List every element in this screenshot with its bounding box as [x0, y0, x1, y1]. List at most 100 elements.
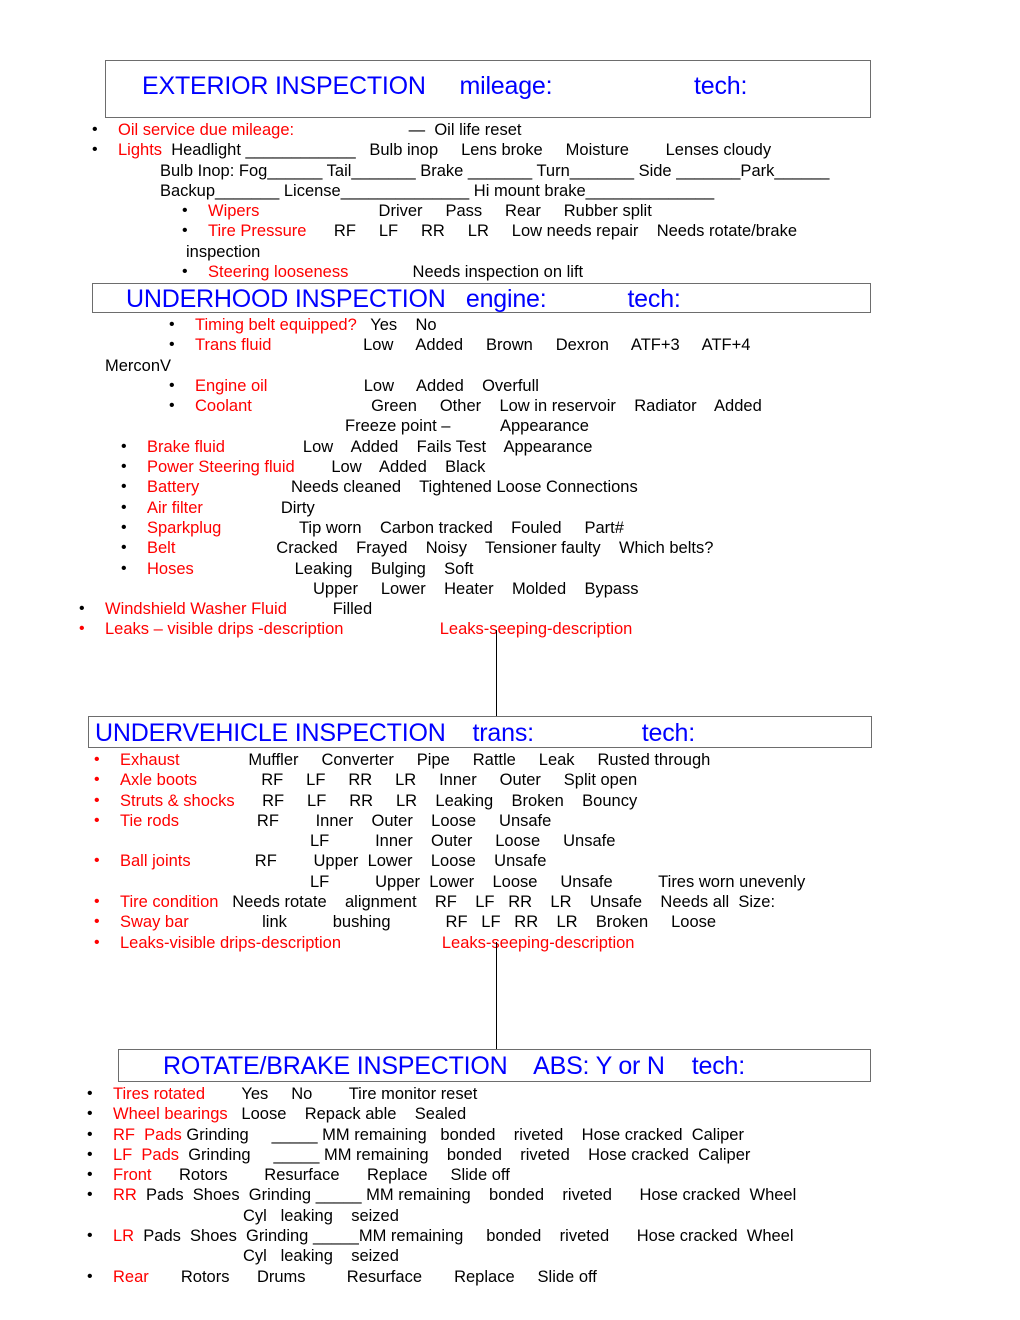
checklist-item-options: RF Upper Lower Loose Unsafe	[190, 852, 547, 871]
checklist-row[interactable]: • Leaks – visible drips -description Leak…	[79, 619, 762, 639]
checklist-row[interactable]: Freeze point – Appearance	[105, 416, 762, 436]
checklist-row[interactable]: • Rear Rotors Drums Resurface Replace Sli…	[87, 1267, 796, 1287]
checklist-item-options: Yes No Tire monitor reset	[205, 1085, 478, 1103]
checklist-item-options: Needs inspection on lift	[348, 263, 584, 282]
section-body-undervehicle: • Exhaust Muffler Converter Pipe Rattle L…	[94, 750, 805, 953]
checklist-row[interactable]: Cyl leaking seized	[113, 1206, 796, 1226]
bullet-icon: •	[182, 263, 188, 281]
checklist-row[interactable]: LF Inner Outer Loose Unsafe	[120, 831, 805, 851]
checklist-item-label-secondary: Leaks-seeping-description	[439, 620, 633, 639]
checklist-row[interactable]: LF Upper Lower Loose Unsafe Tires worn u…	[120, 872, 805, 892]
checklist-row[interactable]: inspection	[118, 242, 829, 262]
bullet-icon: •	[79, 600, 85, 618]
section-title-exterior: EXTERIOR INSPECTION mileage: tech:	[142, 72, 748, 100]
checklist-row[interactable]: • LR Pads Shoes Grinding _____MM remainin…	[87, 1226, 796, 1246]
bullet-icon: •	[121, 539, 127, 557]
section-body-underhood: • Timing belt equipped? Yes No • Trans flui…	[79, 315, 762, 640]
checklist-row[interactable]: Backup_______ License______________ Hi m…	[118, 181, 829, 201]
checklist-row[interactable]: • Trans fluid Low Added Brown Dexron ATF+…	[105, 335, 762, 355]
bullet-icon: •	[92, 121, 98, 138]
checklist-item-options: Rotors Resurface Replace Slide off	[151, 1166, 510, 1185]
checklist-item-label: Tire Pressure	[208, 222, 307, 241]
checklist-item-label: Air filter	[147, 498, 203, 517]
checklist-row[interactable]: • Steering looseness Needs inspection on …	[118, 262, 829, 282]
checklist-row[interactable]: • Timing belt equipped? Yes No	[105, 315, 762, 335]
checklist-item-label: Windshield Washer Fluid	[105, 600, 287, 619]
checklist-row[interactable]: • Leaks-visible drips-description Leaks-s…	[94, 933, 805, 953]
checklist-item-label: LF Pads	[113, 1145, 180, 1164]
checklist-row[interactable]: • Air filter Dirty	[105, 498, 762, 518]
checklist-row[interactable]: • Battery Needs cleaned Tightened Loose C…	[105, 477, 762, 497]
checklist-row[interactable]: • Axle boots RF LF RR LR Inner Outer Spli…	[94, 770, 805, 790]
bullet-icon: •	[94, 893, 100, 911]
checklist-item-label: Steering looseness	[208, 263, 349, 282]
checklist-item-options: Loose Repack able Sealed	[227, 1105, 467, 1124]
checklist-row[interactable]: Upper Lower Heater Molded Bypass	[105, 579, 762, 599]
checklist-row[interactable]: • Hoses Leaking Bulging Soft	[105, 559, 762, 579]
bullet-icon: •	[94, 913, 100, 931]
inspection-form-page: EXTERIOR INSPECTION mileage: tech: • Oil …	[0, 0, 1020, 1320]
checklist-row[interactable]: • Ball joints RF Upper Lower Loose Unsafe	[94, 851, 805, 871]
checklist-item-label: Battery	[147, 478, 200, 497]
checklist-row[interactable]: • Brake fluid Low Added Fails Test Appear…	[105, 437, 762, 457]
checklist-row[interactable]: • Exhaust Muffler Converter Pipe Rattle L…	[94, 750, 805, 770]
checklist-item-options: Yes No	[356, 316, 437, 334]
checklist-item-label: Tires rotated	[113, 1085, 206, 1103]
bullet-icon: •	[169, 336, 175, 354]
bullet-icon: •	[94, 771, 100, 789]
section-body-exterior: • Oil service due mileage: — Oil life res…	[92, 120, 829, 282]
checklist-item-options: Dirty	[202, 498, 315, 517]
checklist-row[interactable]: • Oil service due mileage: — Oil life res…	[92, 120, 829, 140]
checklist-item-options: Low Added Black	[294, 458, 486, 477]
bullet-icon: •	[169, 316, 175, 333]
section-header-box-underhood: UNDERHOOD INSPECTION engine: tech:	[92, 283, 871, 313]
bullet-icon: •	[92, 141, 98, 159]
checklist-item-options: Low Added Overfull	[267, 376, 539, 395]
bullet-icon: •	[87, 1145, 93, 1163]
checklist-item-label: Trans fluid	[195, 336, 272, 355]
checklist-item-options: Muffler Converter Pipe Rattle Leak Ruste…	[179, 751, 711, 769]
checklist-row[interactable]: • Sway bar link bushing RF LF RR LR Broke…	[94, 912, 805, 932]
checklist-row[interactable]: • Front Rotors Resurface Replace Slide of…	[87, 1165, 796, 1185]
checklist-row[interactable]: Bulb Inop: Fog______ Tail_______ Brake _…	[118, 161, 829, 181]
checklist-item-label: Tire condition	[120, 893, 219, 912]
checklist-item-label: Exhaust	[120, 751, 180, 769]
checklist-row[interactable]: • Power Steering fluid Low Added Black	[105, 457, 762, 477]
checklist-item-label: Wipers	[208, 202, 260, 221]
checklist-item-label: Power Steering fluid	[147, 458, 295, 477]
bullet-icon: •	[87, 1166, 93, 1184]
checklist-item-options: Grinding _____ MM remaining bonded rivet…	[181, 1125, 744, 1144]
bullet-icon: •	[121, 559, 127, 577]
checklist-row[interactable]: • RF Pads Grinding _____ MM remaining bon…	[87, 1125, 796, 1145]
checklist-row[interactable]: • Wipers Driver Pass Rear Rubber split	[118, 201, 829, 221]
checklist-row[interactable]: • Wheel bearings Loose Repack able Sealed	[87, 1104, 796, 1124]
checklist-row[interactable]: • Tire Pressure RF LF RR LR Low needs rep…	[118, 221, 829, 241]
bullet-icon: •	[94, 791, 100, 809]
checklist-item-label: Hoses	[147, 559, 194, 578]
checklist-row[interactable]: • Lights Headlight ____________ Bulb inop…	[92, 140, 829, 160]
checklist-row[interactable]: • Tire condition Needs rotate alignment R…	[94, 892, 805, 912]
checklist-item-label: Belt	[147, 539, 176, 558]
checklist-item-label: Engine oil	[195, 376, 268, 395]
checklist-row[interactable]: • LF Pads Grinding _____ MM remaining bon…	[87, 1145, 796, 1165]
checklist-row[interactable]: • Tires rotated Yes No Tire monitor reset	[87, 1084, 796, 1104]
checklist-item-options: Pads Shoes Grinding _____MM remaining bo…	[134, 1227, 794, 1246]
checklist-row[interactable]: • Belt Cracked Frayed Noisy Tensioner fau…	[105, 538, 762, 558]
bullet-icon: •	[87, 1125, 93, 1143]
bullet-icon: •	[94, 751, 100, 768]
checklist-row[interactable]: MerconV	[105, 356, 762, 376]
checklist-row[interactable]: • Engine oil Low Added Overfull	[105, 376, 762, 396]
checklist-row[interactable]: • Struts & shocks RF LF RR LR Leaking Bro…	[94, 791, 805, 811]
checklist-row[interactable]: • Tie rods RF Inner Outer Loose Unsafe	[94, 811, 805, 831]
checklist-row[interactable]: • Sparkplug Tip worn Carbon tracked Foule…	[105, 518, 762, 538]
checklist-item-options: Rotors Drums Resurface Replace Slide off	[148, 1267, 597, 1286]
checklist-item-options: Cyl leaking seized	[243, 1247, 399, 1266]
checklist-row[interactable]: • Coolant Green Other Low in reservoir Ra…	[105, 396, 762, 416]
checklist-row[interactable]: Cyl leaking seized	[113, 1246, 796, 1266]
checklist-item-label: Wheel bearings	[113, 1105, 228, 1124]
section-header-box-exterior: EXTERIOR INSPECTION mileage: tech:	[105, 60, 871, 118]
checklist-item-options: inspection	[186, 242, 261, 261]
checklist-row[interactable]: • RR Pads Shoes Grinding _____ MM remaini…	[87, 1185, 796, 1205]
checklist-item-options: Leaking Bulging Soft	[193, 559, 474, 578]
checklist-row[interactable]: • Windshield Washer Fluid Filled	[79, 599, 762, 619]
